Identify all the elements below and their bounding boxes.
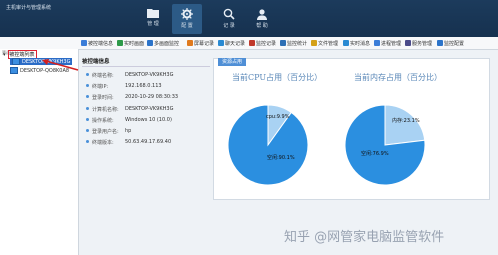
bullet-icon	[86, 95, 89, 98]
clock-icon	[249, 40, 255, 46]
top-navigation-bar: 主机审计与管理系统 管 理 配 置 记 录 帮 助	[0, 0, 498, 37]
user-icon	[257, 9, 267, 20]
info-key: 终端IP:	[92, 84, 109, 90]
file-icon	[311, 40, 317, 46]
client-tree-sidebar: 筛选	[0, 49, 79, 255]
cpu-idle-label: 空闲:90.1%	[267, 155, 295, 161]
bullet-icon	[86, 140, 89, 143]
toolbar-label: 屏幕记录	[194, 40, 215, 47]
info-value: 50.63.49.17.69.40	[125, 139, 172, 145]
info-key: 操作系统:	[92, 118, 114, 124]
folder-icon	[147, 9, 159, 18]
info-key: 终端名称:	[92, 73, 114, 79]
message-icon	[343, 40, 349, 46]
bullet-icon	[86, 107, 89, 110]
toolbar-monitor-config-button[interactable]: 监控配置	[437, 39, 464, 47]
chat-icon	[218, 40, 224, 46]
info-row-login-time: 登录时间: 2020-10-29 08:30:33	[86, 94, 178, 101]
info-row-login-user: 登录用户名: hp	[86, 128, 131, 135]
computer-icon	[12, 58, 20, 65]
toolbar-monitor-record-button[interactable]: 监控记录	[249, 39, 276, 47]
toolbar-client-info-button[interactable]: 被控端信息	[81, 39, 113, 47]
expand-toggle-icon[interactable]: ▾	[3, 52, 6, 58]
toolbar-label: 监控配置	[444, 40, 465, 47]
grid-icon	[147, 40, 153, 46]
toolbar-live-message-button[interactable]: 实时消息	[343, 39, 370, 47]
memory-idle-label: 空闲:76.9%	[361, 151, 389, 157]
toolbar-label: 多画面监控	[154, 40, 180, 47]
nav-records[interactable]: 记 录	[214, 4, 244, 34]
nav-help-label: 帮 助	[256, 23, 268, 29]
toolbar-label: 被控端信息	[88, 40, 114, 47]
info-value: DESKTOP-VK9KH3G	[125, 72, 174, 78]
toolbar-monitor-stats-button[interactable]: 监控统计	[280, 39, 307, 47]
toolbar-label: 监控记录	[256, 40, 277, 47]
tab-resource-usage[interactable]: 资源占用	[218, 58, 247, 66]
monitor-icon	[81, 40, 87, 46]
toolbar-service-manage-button[interactable]: 服务管理	[405, 39, 432, 47]
search-icon	[223, 8, 235, 20]
bullet-icon	[86, 73, 89, 76]
toolbar-label: 监控统计	[287, 40, 308, 47]
info-key: 计算机名称:	[92, 107, 119, 113]
memory-chart-title: 当前内存占用（百分比）	[354, 73, 442, 82]
info-key: 登录用户名:	[92, 129, 119, 135]
nav-records-label: 记 录	[223, 23, 235, 29]
toolbar-file-manage-button[interactable]: 文件管理	[311, 39, 338, 47]
stats-icon	[280, 40, 286, 46]
info-row-terminal-ip: 终端IP: 192.168.0.113	[86, 83, 162, 90]
watermark: 知乎 @网管家电脑监管软件	[284, 230, 445, 245]
info-row-version: 终端版本: 50.63.49.17.69.40	[86, 139, 171, 146]
info-value: 192.168.0.113	[125, 83, 162, 89]
config-icon	[437, 40, 443, 46]
cpu-used-label: cpu:9.9%	[266, 114, 290, 120]
toolbar-label: 实时画面	[124, 40, 145, 47]
info-value: Windows 10 (10.0)	[125, 117, 172, 123]
toolbar-label: 实时消息	[350, 40, 371, 47]
nav-help[interactable]: 帮 助	[247, 4, 277, 34]
nav-manage[interactable]: 管 理	[138, 4, 168, 34]
toolbar-live-screen-button[interactable]: 实时画面	[117, 39, 144, 47]
info-value: DESKTOP-VK9KH3G	[125, 106, 174, 112]
process-icon	[374, 40, 380, 46]
bullet-icon	[86, 84, 89, 87]
toolbar-multi-screen-button[interactable]: 多画面监控	[147, 39, 179, 47]
divider	[82, 66, 210, 67]
toolbar-screen-record-button[interactable]: 屏幕记录	[187, 39, 214, 47]
toolbar-chat-record-button[interactable]: 聊天记录	[218, 39, 245, 47]
info-value: 2020-10-29 08:30:33	[125, 94, 179, 100]
client-info-title: 被控端信息	[82, 59, 110, 65]
info-key: 终端版本:	[92, 140, 114, 146]
info-key: 登录时间:	[92, 95, 114, 101]
info-value: hp	[125, 128, 132, 134]
nav-config-label: 配 置	[181, 23, 193, 29]
bullet-icon	[86, 118, 89, 121]
toolbar-process-manage-button[interactable]: 进程管理	[374, 39, 401, 47]
memory-used-label: 内存:23.1%	[392, 118, 420, 124]
toolbar-label: 聊天记录	[225, 40, 246, 47]
screen-icon	[117, 40, 123, 46]
nav-config[interactable]: 配 置	[172, 4, 202, 34]
toolbar-label: 服务管理	[412, 40, 433, 47]
cpu-chart-title: 当前CPU占用（百分比）	[232, 73, 323, 82]
app-title: 主机审计与管理系统	[6, 5, 52, 11]
toolbar-label: 进程管理	[381, 40, 402, 47]
info-row-computer-name: 计算机名称: DESKTOP-VK9KH3G	[86, 106, 173, 113]
nav-manage-label: 管 理	[147, 21, 159, 27]
info-row-terminal-name: 终端名称: DESKTOP-VK9KH3G	[86, 72, 173, 79]
gear-icon	[181, 8, 193, 20]
info-row-os: 操作系统: Windows 10 (10.0)	[86, 117, 172, 124]
red-arrow-annotation	[42, 59, 79, 71]
service-icon	[405, 40, 411, 46]
record-icon	[187, 40, 193, 46]
bullet-icon	[86, 129, 89, 132]
toolbar-label: 文件管理	[318, 40, 339, 47]
computer-icon	[10, 67, 18, 74]
